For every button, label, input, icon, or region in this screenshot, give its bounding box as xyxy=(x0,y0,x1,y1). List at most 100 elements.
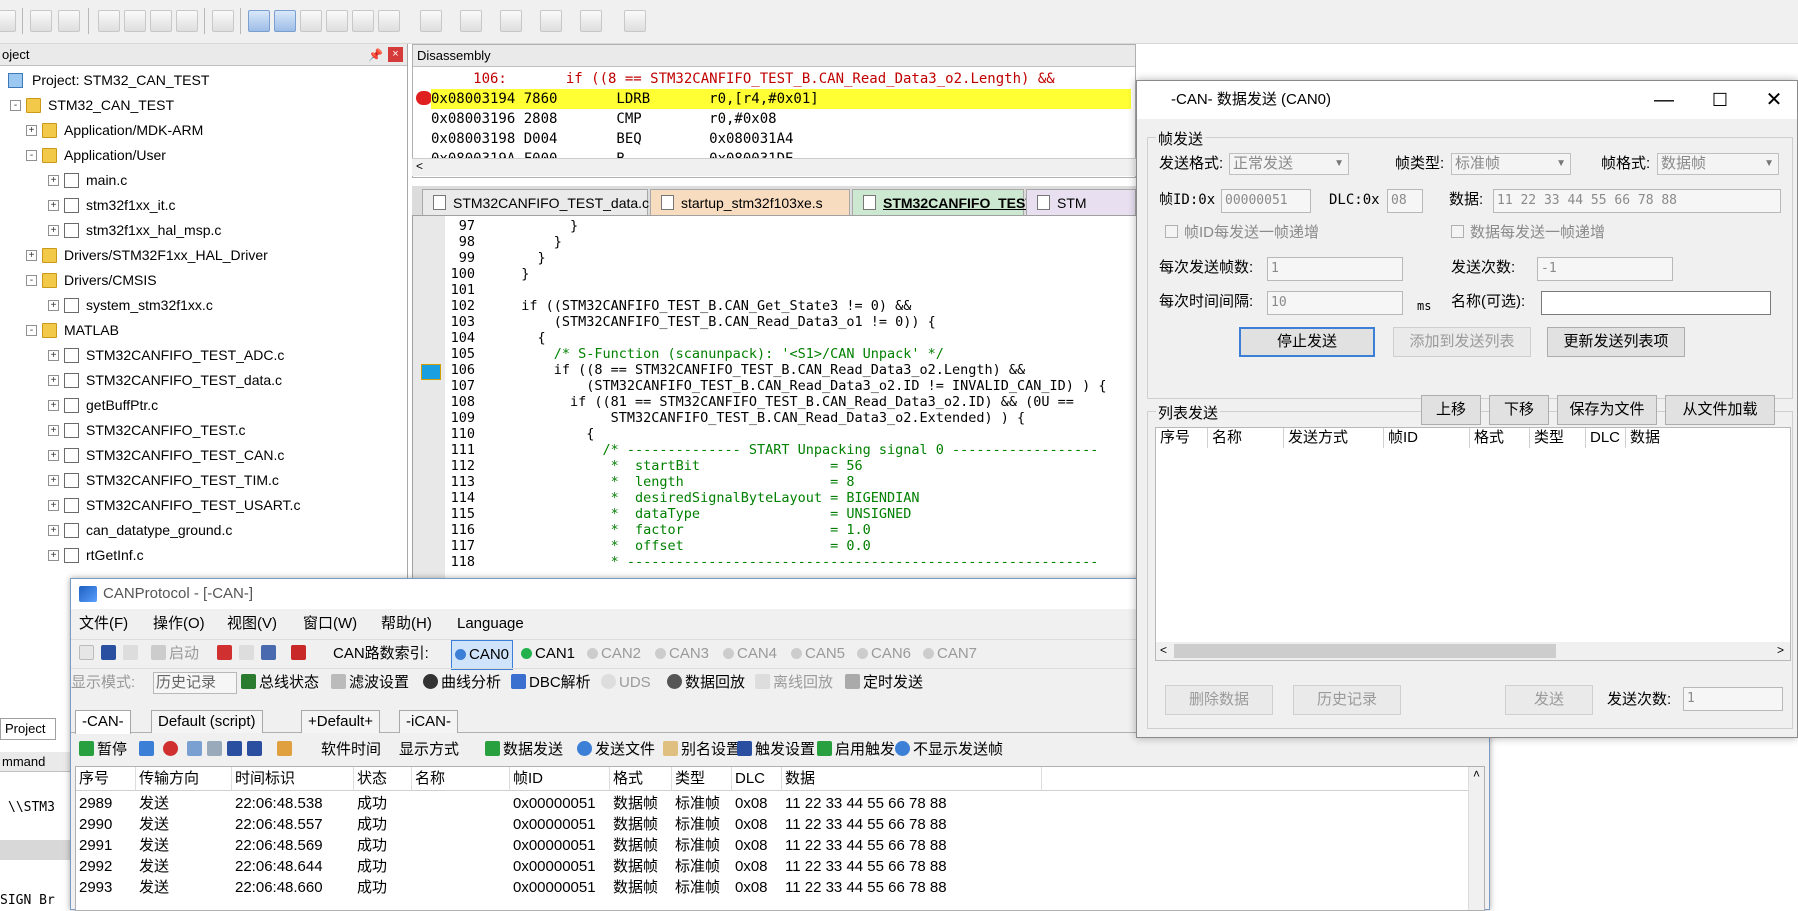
menu-file[interactable]: 文件(F) xyxy=(79,609,128,639)
trigger-settings-button[interactable]: 触发设置 xyxy=(737,734,815,766)
uds-button[interactable]: UDS xyxy=(601,669,651,697)
close-icon[interactable]: × xyxy=(388,47,403,62)
dlc-input[interactable]: 08 xyxy=(1387,189,1423,213)
tree-file[interactable]: + STM32CANFIFO_TEST_USART.c xyxy=(0,493,407,518)
expand-icon[interactable]: + xyxy=(48,475,59,486)
tree-file[interactable]: + STM32CANFIFO_TEST_ADC.c xyxy=(0,343,407,368)
tree-file[interactable]: + rtGetInf.c xyxy=(0,543,407,568)
tree-folder[interactable]: + Application/MDK-ARM xyxy=(0,118,407,143)
tree-file[interactable]: + STM32CANFIFO_TEST_CAN.c xyxy=(0,443,407,468)
delete-data-button[interactable]: 删除数据 xyxy=(1165,685,1273,715)
data-increment-checkbox[interactable]: 数据每发送一帧递增 xyxy=(1451,223,1605,243)
load-from-file-button[interactable]: 从文件加载 xyxy=(1665,395,1775,425)
tree-file[interactable]: + STM32CANFIFO_TEST_TIM.c xyxy=(0,468,407,493)
call-stack-icon[interactable] xyxy=(352,10,374,32)
save-icon[interactable] xyxy=(101,640,119,668)
software-time-button[interactable]: 软件时间 xyxy=(321,734,381,766)
col-type[interactable]: 类型 xyxy=(672,767,732,791)
editor-tab-startup[interactable]: startup_stm32f103xe.s xyxy=(650,189,850,215)
name-input[interactable] xyxy=(1541,291,1771,315)
menu-operate[interactable]: 操作(O) xyxy=(153,609,205,639)
package-icon[interactable] xyxy=(277,734,295,766)
hide-sent-frames-button[interactable]: 不显示发送帧 xyxy=(895,734,1003,766)
col-name[interactable]: 名称 xyxy=(412,767,510,791)
registers-window-icon[interactable] xyxy=(326,10,348,32)
list-col-type[interactable]: 类型 xyxy=(1530,428,1586,448)
expand-icon[interactable]: + xyxy=(48,450,59,461)
disassembly-window-icon[interactable] xyxy=(274,10,296,32)
tree-file[interactable]: + STM32CANFIFO_TEST.c xyxy=(0,418,407,443)
scroll-right-icon[interactable]: > xyxy=(1777,643,1784,657)
analysis-window-icon[interactable] xyxy=(500,10,522,32)
expand-icon[interactable]: + xyxy=(48,200,59,211)
frame-id-input[interactable]: 00000051 xyxy=(1221,189,1311,213)
tree-file[interactable]: + can_datatype_ground.c xyxy=(0,518,407,543)
frame-table-vscrollbar[interactable]: ˄ xyxy=(1468,767,1484,910)
tab-project[interactable]: Project xyxy=(0,718,56,740)
command-input[interactable]: SIGN Br xyxy=(0,893,55,908)
stop-build-icon[interactable] xyxy=(58,10,80,32)
timed-send-button[interactable]: 定时发送 xyxy=(845,669,923,697)
expand-icon[interactable]: + xyxy=(26,250,37,261)
maximize-icon[interactable]: ☐ xyxy=(1697,81,1743,119)
tab-can[interactable]: -CAN- xyxy=(75,710,131,734)
frames-per-send-input[interactable]: 1 xyxy=(1267,257,1403,281)
pin-icon[interactable]: 📌 xyxy=(368,44,383,66)
list-col-index[interactable]: 序号 xyxy=(1156,428,1208,448)
channel-can0[interactable]: CAN0 xyxy=(451,640,514,670)
expand-icon[interactable]: + xyxy=(48,350,59,361)
dbc-parse-button[interactable]: DBC解析 xyxy=(511,669,591,697)
expand-icon[interactable]: + xyxy=(48,525,59,536)
run-to-cursor-icon[interactable] xyxy=(212,10,234,32)
history-button[interactable]: 历史记录 xyxy=(1293,685,1401,715)
build-icon[interactable] xyxy=(0,10,16,32)
frame-type-select[interactable]: 标准帧 ▼ xyxy=(1451,153,1571,175)
data-send-button[interactable]: 数据发送 xyxy=(485,734,563,766)
serial-window-icon[interactable] xyxy=(460,10,482,32)
channel-can3[interactable]: CAN3 xyxy=(655,640,709,668)
data-input[interactable]: 11 22 33 44 55 66 78 88 xyxy=(1493,189,1781,213)
find-icon[interactable] xyxy=(207,734,225,766)
disassembly-hscrollbar[interactable]: < xyxy=(412,158,1136,176)
menu-view[interactable]: 视图(V) xyxy=(227,609,277,639)
channel-can7[interactable]: CAN7 xyxy=(923,640,977,668)
col-dlc[interactable]: DLC xyxy=(732,767,782,791)
filter-settings-button[interactable]: 滤波设置 xyxy=(331,669,409,697)
menu-help[interactable]: 帮助(H) xyxy=(381,609,432,639)
col-index[interactable]: 序号 xyxy=(76,767,136,791)
batch-build-icon[interactable] xyxy=(30,10,52,32)
start-button[interactable]: 启动 xyxy=(151,640,199,668)
offline-playback-button[interactable]: 离线回放 xyxy=(755,669,833,697)
list-col-dlc[interactable]: DLC xyxy=(1586,428,1626,448)
expand-icon[interactable]: + xyxy=(48,300,59,311)
collapse-icon[interactable]: - xyxy=(26,325,37,336)
col-timestamp[interactable]: 时间标识 xyxy=(232,767,354,791)
bus-status-button[interactable]: 总线状态 xyxy=(241,669,319,697)
tools-icon[interactable] xyxy=(624,10,646,32)
expand-icon[interactable]: + xyxy=(48,425,59,436)
save-to-file-button[interactable]: 保存为文件 xyxy=(1557,395,1657,425)
collapse-icon[interactable]: - xyxy=(26,150,37,161)
list-col-format[interactable]: 格式 xyxy=(1470,428,1530,448)
project-root[interactable]: Project: STM32_CAN_TEST xyxy=(0,68,407,93)
channel-can2[interactable]: CAN2 xyxy=(587,640,641,668)
menu-window[interactable]: 窗口(W) xyxy=(303,609,357,639)
menu-language[interactable]: Language xyxy=(457,609,524,639)
send-button[interactable]: 发送 xyxy=(1505,685,1593,715)
tree-file[interactable]: + stm32f1xx_it.c xyxy=(0,193,407,218)
save-icon[interactable] xyxy=(227,734,245,766)
expand-icon[interactable]: + xyxy=(48,225,59,236)
list-col-frame-id[interactable]: 帧ID xyxy=(1384,428,1470,448)
tab-default-script[interactable]: Default (script) xyxy=(151,710,263,733)
list-send-count-input[interactable]: 1 xyxy=(1683,687,1783,711)
help-icon[interactable] xyxy=(291,640,309,668)
stop-icon[interactable] xyxy=(217,640,235,668)
collapse-icon[interactable]: - xyxy=(26,275,37,286)
scroll-up-icon[interactable]: ˄ xyxy=(1473,767,1480,781)
add-to-list-button[interactable]: 添加到发送列表 xyxy=(1393,327,1531,357)
tree-file[interactable]: + STM32CANFIFO_TEST_data.c xyxy=(0,368,407,393)
tree-file[interactable]: + main.c xyxy=(0,168,407,193)
send-dialog-titlebar[interactable]: -CAN- 数据发送 (CAN0) — ☐ ✕ xyxy=(1137,81,1797,119)
curve-analysis-button[interactable]: 曲线分析 xyxy=(423,669,501,697)
watch-window-icon[interactable] xyxy=(378,10,400,32)
